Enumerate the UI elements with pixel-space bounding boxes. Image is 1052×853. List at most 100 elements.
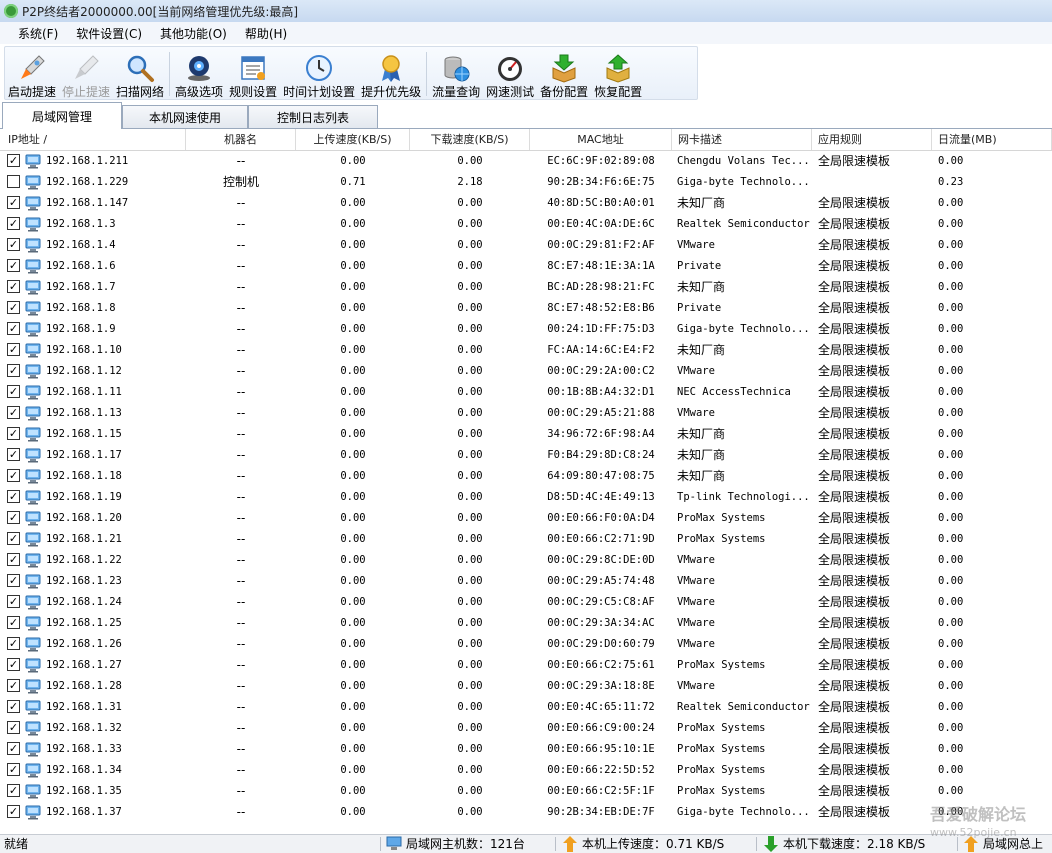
menu-system[interactable]: 系统(F): [9, 25, 67, 42]
row-checkbox[interactable]: [7, 175, 20, 188]
table-row[interactable]: ✓ 192.168.1.6 -- 0.00 0.00 8C:E7:48:1E:3A:1A P…: [0, 256, 1052, 277]
row-checkbox[interactable]: ✓: [7, 595, 20, 608]
column-header-nic[interactable]: 网卡描述: [672, 129, 812, 150]
backup-config-button[interactable]: 备份配置: [537, 49, 591, 99]
cell-mac: 00:0C:29:81:F2:AF: [547, 239, 655, 251]
row-checkbox[interactable]: ✓: [7, 448, 20, 461]
cell-machine-name: --: [236, 763, 246, 777]
table-row[interactable]: ✓ 192.168.1.17 -- 0.00 0.00 F0:B4:29:8D:C8:24…: [0, 445, 1052, 466]
row-checkbox[interactable]: ✓: [7, 679, 20, 692]
row-checkbox[interactable]: ✓: [7, 364, 20, 377]
tab-local-speed[interactable]: 本机网速使用: [122, 105, 248, 128]
toolbar-panel: 启动提速 停止提速 扫描网络 高级选项 规则设置 时间计划设置 提升优先级 流量…: [4, 46, 698, 100]
row-checkbox[interactable]: ✓: [7, 259, 20, 272]
row-checkbox[interactable]: ✓: [7, 280, 20, 293]
table-row[interactable]: ✓ 192.168.1.27 -- 0.00 0.00 00:E0:66:C2:75:61…: [0, 655, 1052, 676]
table-row[interactable]: ✓ 192.168.1.7 -- 0.00 0.00 BC:AD:28:98:21:FC 未…: [0, 277, 1052, 298]
table-row[interactable]: ✓ 192.168.1.19 -- 0.00 0.00 D8:5D:4C:4E:49:13…: [0, 487, 1052, 508]
menu-software-settings[interactable]: 软件设置(C): [67, 25, 151, 42]
row-checkbox[interactable]: ✓: [7, 532, 20, 545]
column-header-ip[interactable]: IP地址 /: [0, 129, 186, 150]
table-row[interactable]: ✓ 192.168.1.24 -- 0.00 0.00 00:0C:29:C5:C8:AF…: [0, 592, 1052, 613]
cell-nic-description: Tp-link Technologi...: [677, 491, 810, 503]
table-row[interactable]: ✓ 192.168.1.22 -- 0.00 0.00 00:0C:29:8C:DE:0D…: [0, 550, 1052, 571]
row-checkbox[interactable]: ✓: [7, 406, 20, 419]
row-checkbox[interactable]: ✓: [7, 700, 20, 713]
row-checkbox[interactable]: ✓: [7, 658, 20, 671]
row-checkbox[interactable]: ✓: [7, 574, 20, 587]
table-row[interactable]: ✓ 192.168.1.34 -- 0.00 0.00 00:E0:66:22:5D:52…: [0, 760, 1052, 781]
table-row[interactable]: ✓ 192.168.1.13 -- 0.00 0.00 00:0C:29:A5:21:88…: [0, 403, 1052, 424]
row-checkbox[interactable]: ✓: [7, 637, 20, 650]
cell-download-speed: 2.18: [457, 176, 483, 188]
table-row[interactable]: ✓ 192.168.1.32 -- 0.00 0.00 00:E0:66:C9:00:24…: [0, 718, 1052, 739]
table-row[interactable]: 192.168.1.229 控制机 0.71 2.18 90:2B:34:F6:6E:7…: [0, 172, 1052, 193]
raise-priority-button[interactable]: 提升优先级: [358, 49, 424, 99]
row-checkbox[interactable]: ✓: [7, 217, 20, 230]
table-row[interactable]: ✓ 192.168.1.11 -- 0.00 0.00 00:1B:8B:A4:32:D1…: [0, 382, 1052, 403]
row-checkbox[interactable]: ✓: [7, 196, 20, 209]
table-row[interactable]: ✓ 192.168.1.28 -- 0.00 0.00 00:0C:29:3A:18:8E…: [0, 676, 1052, 697]
table-row[interactable]: ✓ 192.168.1.12 -- 0.00 0.00 00:0C:29:2A:00:C2…: [0, 361, 1052, 382]
row-checkbox[interactable]: ✓: [7, 721, 20, 734]
tab-lan-management[interactable]: 局域网管理: [2, 102, 122, 129]
table-row[interactable]: ✓ 192.168.1.147 -- 0.00 0.00 40:8D:5C:B0:A0:0…: [0, 193, 1052, 214]
column-header-mac[interactable]: MAC地址: [530, 129, 672, 150]
advanced-options-button[interactable]: 高级选项: [172, 49, 226, 99]
table-row[interactable]: ✓ 192.168.1.211 -- 0.00 0.00 EC:6C:9F:02:89:0…: [0, 151, 1052, 172]
table-row[interactable]: ✓ 192.168.1.31 -- 0.00 0.00 00:E0:4C:65:11:72…: [0, 697, 1052, 718]
table-row[interactable]: ✓ 192.168.1.18 -- 0.00 0.00 64:09:80:47:08:75…: [0, 466, 1052, 487]
row-checkbox[interactable]: ✓: [7, 301, 20, 314]
table-row[interactable]: ✓ 192.168.1.33 -- 0.00 0.00 00:E0:66:95:10:1E…: [0, 739, 1052, 760]
row-checkbox[interactable]: ✓: [7, 784, 20, 797]
menu-help[interactable]: 帮助(H): [236, 25, 296, 42]
cell-machine-name: 控制机: [222, 175, 259, 189]
row-checkbox[interactable]: ✓: [7, 490, 20, 503]
row-checkbox[interactable]: ✓: [7, 805, 20, 818]
table-row[interactable]: ✓ 192.168.1.10 -- 0.00 0.00 FC:AA:14:6C:E4:F2…: [0, 340, 1052, 361]
row-checkbox[interactable]: ✓: [7, 511, 20, 524]
row-checkbox[interactable]: ✓: [7, 343, 20, 356]
table-row[interactable]: ✓ 192.168.1.21 -- 0.00 0.00 00:E0:66:C2:71:9D…: [0, 529, 1052, 550]
table-row[interactable]: ✓ 192.168.1.35 -- 0.00 0.00 00:E0:66:C2:5F:1F…: [0, 781, 1052, 802]
column-header-daily-traffic[interactable]: 日流量(MB): [932, 129, 1052, 150]
cell-rule: 全局限速模板: [818, 448, 891, 462]
table-row[interactable]: ✓ 192.168.1.9 -- 0.00 0.00 00:24:1D:FF:75:D3 G…: [0, 319, 1052, 340]
column-header-machine-name[interactable]: 机器名: [186, 129, 296, 150]
row-checkbox[interactable]: ✓: [7, 238, 20, 251]
table-row[interactable]: ✓ 192.168.1.37 -- 0.00 0.00 90:2B:34:EB:DE:7F…: [0, 802, 1052, 823]
table-row[interactable]: ✓ 192.168.1.23 -- 0.00 0.00 00:0C:29:A5:74:48…: [0, 571, 1052, 592]
restore-config-button[interactable]: 恢复配置: [591, 49, 645, 99]
column-header-upload[interactable]: 上传速度(KB/S): [296, 129, 410, 150]
traffic-query-button[interactable]: 流量查询: [429, 49, 483, 99]
table-row[interactable]: ✓ 192.168.1.26 -- 0.00 0.00 00:0C:29:D0:60:79…: [0, 634, 1052, 655]
column-header-download[interactable]: 下载速度(KB/S): [410, 129, 530, 150]
table-row[interactable]: ✓ 192.168.1.15 -- 0.00 0.00 34:96:72:6F:98:A4…: [0, 424, 1052, 445]
row-checkbox[interactable]: ✓: [7, 469, 20, 482]
row-checkbox[interactable]: ✓: [7, 322, 20, 335]
row-checkbox[interactable]: ✓: [7, 763, 20, 776]
table-row[interactable]: ✓ 192.168.1.20 -- 0.00 0.00 00:E0:66:F0:0A:D4…: [0, 508, 1052, 529]
row-checkbox[interactable]: ✓: [7, 427, 20, 440]
row-checkbox[interactable]: ✓: [7, 154, 20, 167]
start-boost-button[interactable]: 启动提速: [5, 49, 59, 99]
menu-other-functions[interactable]: 其他功能(O): [151, 25, 236, 42]
row-checkbox[interactable]: ✓: [7, 616, 20, 629]
table-row[interactable]: ✓ 192.168.1.4 -- 0.00 0.00 00:0C:29:81:F2:AF V…: [0, 235, 1052, 256]
scan-network-button[interactable]: 扫描网络: [113, 49, 167, 99]
speed-test-button[interactable]: 网速测试: [483, 49, 537, 99]
row-checkbox[interactable]: ✓: [7, 742, 20, 755]
cell-nic-description: 未知厂商: [677, 469, 726, 483]
stop-boost-button[interactable]: 停止提速: [59, 49, 113, 99]
time-schedule-button[interactable]: 时间计划设置: [280, 49, 358, 99]
table-row[interactable]: ✓ 192.168.1.25 -- 0.00 0.00 00:0C:29:3A:34:AC…: [0, 613, 1052, 634]
table-row[interactable]: ✓ 192.168.1.3 -- 0.00 0.00 00:E0:4C:0A:DE:6C R…: [0, 214, 1052, 235]
column-header-rule[interactable]: 应用规则: [812, 129, 932, 150]
cell-daily-traffic: 0.00: [938, 365, 964, 377]
rules-settings-button[interactable]: 规则设置: [226, 49, 280, 99]
table-row[interactable]: ✓ 192.168.1.8 -- 0.00 0.00 8C:E7:48:52:E8:B6 P…: [0, 298, 1052, 319]
row-checkbox[interactable]: ✓: [7, 385, 20, 398]
tab-control-log[interactable]: 控制日志列表: [248, 105, 378, 128]
row-checkbox[interactable]: ✓: [7, 553, 20, 566]
cell-daily-traffic: 0.00: [938, 680, 964, 692]
